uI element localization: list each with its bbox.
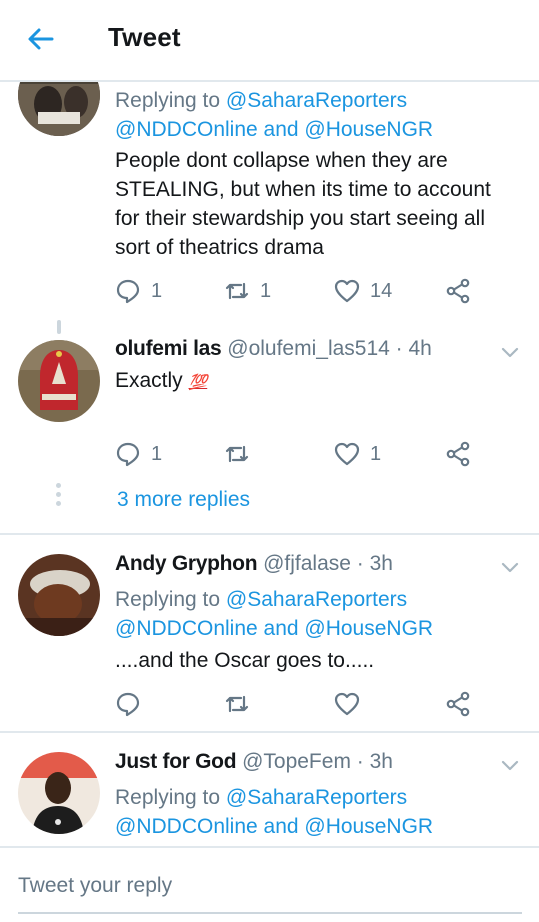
avatar[interactable] [18,554,100,636]
display-name[interactable]: Andy Gryphon [115,552,258,575]
handle-and-time[interactable]: @TopeFem · 3h [242,750,393,773]
share-icon [446,441,470,467]
reply-icon [116,279,140,304]
tweet-text: Exactly 💯 [115,366,525,397]
display-name[interactable]: Just for God [115,750,237,773]
hundred-points-emoji: 💯 [188,374,208,391]
thread-dots [55,483,63,510]
reply-count: 1 [151,279,163,302]
reply-input[interactable]: Tweet your reply [18,874,172,898]
back-arrow-icon[interactable] [26,24,56,54]
more-replies-link[interactable]: 3 more replies [117,488,250,512]
retweet-button[interactable]: 1 [224,276,271,306]
reply-compose-bar: Tweet your reply [0,846,539,922]
tweet-actions: 1 1 [0,439,539,469]
reply-count: 1 [151,442,163,465]
reply-icon [116,442,140,467]
tweet-text-line: Exactly [115,369,189,392]
divider [0,533,539,535]
tweet-actions [0,689,539,719]
tweet-text: ....and the Oscar goes to..... [115,649,375,672]
mention-link[interactable]: @NDDCOnline and @HouseNGR [115,617,433,640]
chevron-down-icon[interactable] [501,346,519,358]
replying-to: Replying to @SaharaReporters @NDDCOnline… [115,86,433,144]
retweet-button[interactable] [224,689,250,719]
tweet-text: People dont collapse when they are STEAL… [115,146,525,262]
tweet-author: olufemi las @olufemi_las514 · 4h [115,337,432,361]
share-button[interactable] [445,276,471,306]
input-underline [18,912,522,914]
heart-icon [334,442,360,466]
mention-link[interactable]: @SaharaReporters [226,786,407,809]
tweet-actions: 1 1 14 [0,276,539,306]
mention-link[interactable]: @SaharaReporters [226,588,407,611]
heart-icon [334,692,360,716]
replying-to: Replying to @SaharaReporters @NDDCOnline… [115,585,433,643]
handle-and-time[interactable]: @olufemi_las514 · 4h [227,337,432,360]
display-name[interactable]: olufemi las [115,337,222,360]
handle-and-time[interactable]: @fjfalase · 3h [263,552,393,575]
page-title: Tweet [108,22,181,52]
like-button[interactable]: 14 [334,276,392,306]
tweet-author: Andy Gryphon @fjfalase · 3h [115,552,393,576]
avatar[interactable] [18,752,100,834]
chevron-down-icon[interactable] [501,561,519,573]
mention-link[interactable]: @NDDCOnline and @HouseNGR [115,118,433,141]
reply-button[interactable]: 1 [115,439,162,469]
like-button[interactable] [334,689,360,719]
heart-icon [334,279,360,303]
reply-icon [116,692,140,717]
tweet-text-line: for their stewardship you start seeing a… [115,207,486,230]
avatar[interactable] [18,340,100,422]
tweet-text-line: STEALING, but when its time to account [115,178,491,201]
share-icon [446,691,470,717]
replying-to-label: Replying to [115,786,226,809]
retweet-icon [225,445,249,463]
mention-link[interactable]: @NDDCOnline and @HouseNGR [115,815,433,838]
like-count: 1 [370,442,382,465]
chevron-down-icon[interactable] [501,759,519,771]
replying-to-label: Replying to [115,588,226,611]
share-icon [446,278,470,304]
share-button[interactable] [445,439,471,469]
retweet-icon [225,695,249,713]
replying-to-label: Replying to [115,89,226,112]
tweet-text-line: sort of theatrics drama [115,236,324,259]
tweet-text-line: People dont collapse when they are [115,149,448,172]
mention-link[interactable]: @SaharaReporters [226,89,407,112]
retweet-icon [225,282,249,300]
replying-to: Replying to @SaharaReporters @NDDCOnline… [115,783,433,841]
share-button[interactable] [445,689,471,719]
like-count: 14 [370,279,393,302]
reply-button[interactable] [115,689,141,719]
like-button[interactable]: 1 [334,439,381,469]
tweet-author: Just for God @TopeFem · 3h [115,750,393,774]
thread-connector [57,320,61,334]
retweet-count: 1 [260,279,272,302]
divider [0,731,539,733]
top-bar: Tweet [0,0,539,82]
reply-button[interactable]: 1 [115,276,162,306]
retweet-button[interactable] [224,439,260,469]
